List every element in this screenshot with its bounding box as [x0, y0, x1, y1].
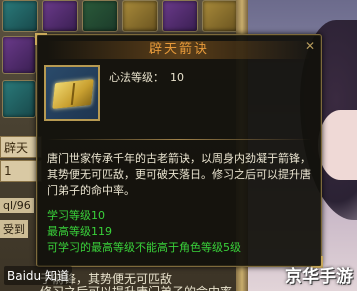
- character-face: [318, 110, 357, 180]
- baidu-watermark: Baidu 知道: [4, 266, 72, 285]
- skill-slot-4[interactable]: [122, 0, 158, 32]
- skill-slot-5[interactable]: [162, 0, 198, 32]
- site-watermark: 京华手游: [285, 267, 353, 287]
- left-skill-slot-1[interactable]: [2, 36, 36, 74]
- skill-level-label: 心法等级：: [109, 71, 164, 84]
- skill-level: 心法等级： 10: [109, 69, 184, 85]
- left-skill-slot-2[interactable]: [2, 80, 36, 118]
- side-text-1: ql/96: [0, 198, 34, 213]
- close-icon[interactable]: ✕: [303, 39, 317, 53]
- skill-slot-2[interactable]: [42, 0, 78, 32]
- skill-slot-6[interactable]: [202, 0, 238, 32]
- skill-description: 唐门世家传承千年的古老箭诀，以周身内劲凝于箭锋，其势便无可匹敌，更可破天落日。修…: [47, 152, 311, 197]
- top-skill-bar: [0, 0, 242, 34]
- skill-slot-3[interactable]: [82, 0, 118, 32]
- skill-level-value: 10: [170, 71, 184, 84]
- skill-slot-1[interactable]: [2, 0, 38, 32]
- max-level-note: 可学习的最高等级不能高于角色等级5级: [47, 241, 241, 254]
- max-level: 最高等级119: [47, 225, 112, 238]
- learn-level: 学习等级10: [47, 209, 105, 222]
- tooltip-title: 辟天箭诀: [47, 41, 311, 59]
- skill-book-icon: [44, 65, 100, 121]
- skill-tooltip: 辟天箭诀 ✕ 心法等级： 10 唐门世家传承千年的古老箭诀，以周身内劲凝于箭锋，其…: [35, 33, 323, 268]
- side-text-2: 受到: [0, 220, 28, 238]
- tooltip-divider: [47, 139, 311, 140]
